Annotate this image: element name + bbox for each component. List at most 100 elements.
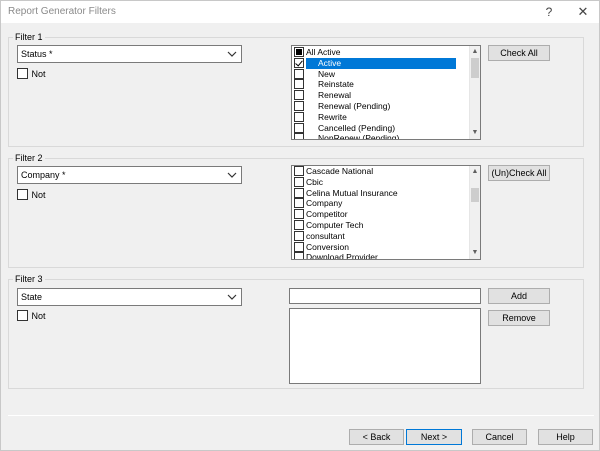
list-item-label: All Active — [306, 47, 341, 57]
list-item[interactable]: Cascade National — [294, 166, 468, 177]
checkbox-icon[interactable] — [294, 90, 304, 101]
list-item[interactable]: Renewal — [294, 90, 468, 101]
scroll-thumb[interactable] — [471, 188, 479, 202]
list-item-label: Conversion — [306, 241, 349, 252]
checkbox-icon[interactable] — [294, 79, 304, 90]
dialog-window: Report Generator Filters ? ✕ Filter 1 St… — [0, 0, 600, 451]
scroll-up-icon[interactable]: ▲ — [470, 47, 480, 57]
window-title: Report Generator Filters — [8, 6, 116, 17]
filter1-group: Filter 1 Status * Not All Active Active Ne… — [8, 32, 584, 147]
checkbox-icon[interactable] — [294, 47, 304, 57]
list-item[interactable]: Reinstate — [294, 79, 468, 90]
list-item-label: Cbic — [306, 176, 324, 187]
checkbox-icon[interactable] — [294, 57, 304, 68]
list-item-label: Active — [306, 57, 456, 69]
close-icon[interactable]: ✕ — [571, 2, 595, 22]
filter2-label: Filter 2 — [13, 153, 45, 164]
scroll-down-icon[interactable]: ▼ — [470, 248, 480, 258]
filter3-not-label: Not — [31, 310, 46, 321]
list-item-label: Computer Tech — [306, 220, 364, 230]
list-item[interactable]: Conversion — [294, 241, 468, 253]
footer-separator — [8, 415, 594, 416]
filter2-scrollbar[interactable]: ▲ ▼ — [469, 166, 480, 259]
checkbox-icon[interactable] — [294, 198, 304, 209]
list-item[interactable]: Competitor — [294, 209, 468, 220]
cancel-button[interactable]: Cancel — [472, 429, 527, 445]
scroll-thumb[interactable] — [471, 58, 479, 78]
chevron-down-icon — [227, 172, 237, 178]
help-icon[interactable]: ? — [537, 2, 561, 22]
list-item-label: NonRenew (Pending) — [318, 133, 400, 140]
list-item-label: Celina Mutual Insurance — [306, 187, 398, 198]
filter2-group: Filter 2 Company * Not Cascade National C… — [8, 153, 584, 268]
filter1-values-list[interactable]: All Active Active New Reinstate Renewal Renew… — [291, 45, 481, 140]
filter1-field-select[interactable]: Status * — [17, 45, 242, 63]
list-item[interactable]: Cbic — [294, 176, 468, 188]
filter3-not-checkbox[interactable]: Not — [17, 310, 46, 322]
checkbox-icon[interactable] — [294, 122, 304, 133]
checkbox-icon[interactable] — [17, 310, 28, 322]
list-item-label: New — [318, 68, 336, 79]
checkbox-icon[interactable] — [294, 133, 304, 139]
checkbox-icon[interactable] — [294, 101, 304, 111]
checkbox-icon[interactable] — [294, 111, 304, 122]
list-item[interactable]: Cancelled (Pending) — [294, 122, 468, 134]
filter2-field-select[interactable]: Company * — [17, 166, 242, 184]
list-item[interactable]: Active — [294, 57, 468, 69]
checkbox-icon[interactable] — [17, 189, 28, 201]
remove-button[interactable]: Remove — [488, 310, 550, 326]
list-item[interactable]: Computer Tech — [294, 220, 468, 231]
filter1-not-checkbox[interactable]: Not — [17, 68, 46, 80]
scroll-up-icon[interactable]: ▲ — [470, 167, 480, 177]
list-item-label: Company — [306, 198, 343, 209]
list-item-label: Competitor — [306, 209, 348, 220]
scroll-down-icon[interactable]: ▼ — [470, 128, 480, 138]
list-item[interactable]: Renewal (Pending) — [294, 101, 468, 112]
checkbox-icon[interactable] — [294, 176, 304, 187]
list-item[interactable]: All Active — [294, 47, 468, 58]
title-bar: Report Generator Filters ? ✕ — [1, 1, 599, 23]
filter1-label: Filter 1 — [13, 32, 45, 43]
list-item[interactable]: Rewrite — [294, 111, 468, 123]
help-button[interactable]: Help — [538, 429, 593, 445]
check-all-button[interactable]: Check All — [488, 45, 550, 61]
list-item[interactable]: Celina Mutual Insurance — [294, 187, 468, 199]
checkbox-icon[interactable] — [294, 220, 304, 230]
next-button[interactable]: Next > — [406, 429, 462, 445]
list-item[interactable]: NonRenew (Pending) — [294, 133, 468, 140]
filter2-field-value: Company * — [21, 170, 66, 180]
filter3-field-value: State — [21, 292, 43, 302]
checkbox-icon[interactable] — [294, 209, 304, 220]
filter3-field-select[interactable]: State — [17, 288, 242, 306]
filter1-scrollbar[interactable]: ▲ ▼ — [469, 46, 480, 139]
filter2-not-label: Not — [31, 189, 46, 200]
list-item-label: Renewal (Pending) — [318, 101, 391, 111]
list-item-label: Renewal — [318, 90, 352, 101]
list-item[interactable]: consultant — [294, 230, 468, 242]
uncheck-all-button[interactable]: (Un)Check All — [488, 165, 550, 181]
checkbox-icon[interactable] — [294, 230, 304, 241]
checkbox-icon[interactable] — [294, 241, 304, 252]
filter3-values-list[interactable] — [289, 308, 481, 384]
list-item-label: Cancelled (Pending) — [318, 122, 396, 133]
filter3-label: Filter 3 — [13, 274, 45, 285]
filter2-not-checkbox[interactable]: Not — [17, 189, 46, 201]
chevron-down-icon — [227, 294, 237, 300]
back-button[interactable]: < Back — [349, 429, 404, 445]
list-item-label: Reinstate — [318, 79, 354, 90]
checkbox-icon[interactable] — [294, 187, 304, 198]
filter2-values-list[interactable]: Cascade National Cbic Celina Mutual Insura… — [291, 165, 481, 260]
chevron-down-icon — [227, 51, 237, 57]
checkbox-icon[interactable] — [294, 68, 304, 79]
filter3-value-input[interactable] — [289, 288, 481, 304]
checkbox-icon[interactable] — [17, 68, 28, 80]
list-item[interactable]: Company — [294, 198, 468, 209]
checkbox-icon[interactable] — [294, 166, 304, 176]
add-button[interactable]: Add — [488, 288, 550, 304]
checkbox-icon[interactable] — [294, 252, 304, 259]
list-item-label: consultant — [306, 230, 345, 241]
filter3-group: Filter 3 State Not Add Remove — [8, 274, 584, 389]
list-item[interactable]: Download Provider — [294, 252, 468, 260]
list-item[interactable]: New — [294, 68, 468, 80]
list-item-label: Download Provider — [306, 252, 378, 260]
